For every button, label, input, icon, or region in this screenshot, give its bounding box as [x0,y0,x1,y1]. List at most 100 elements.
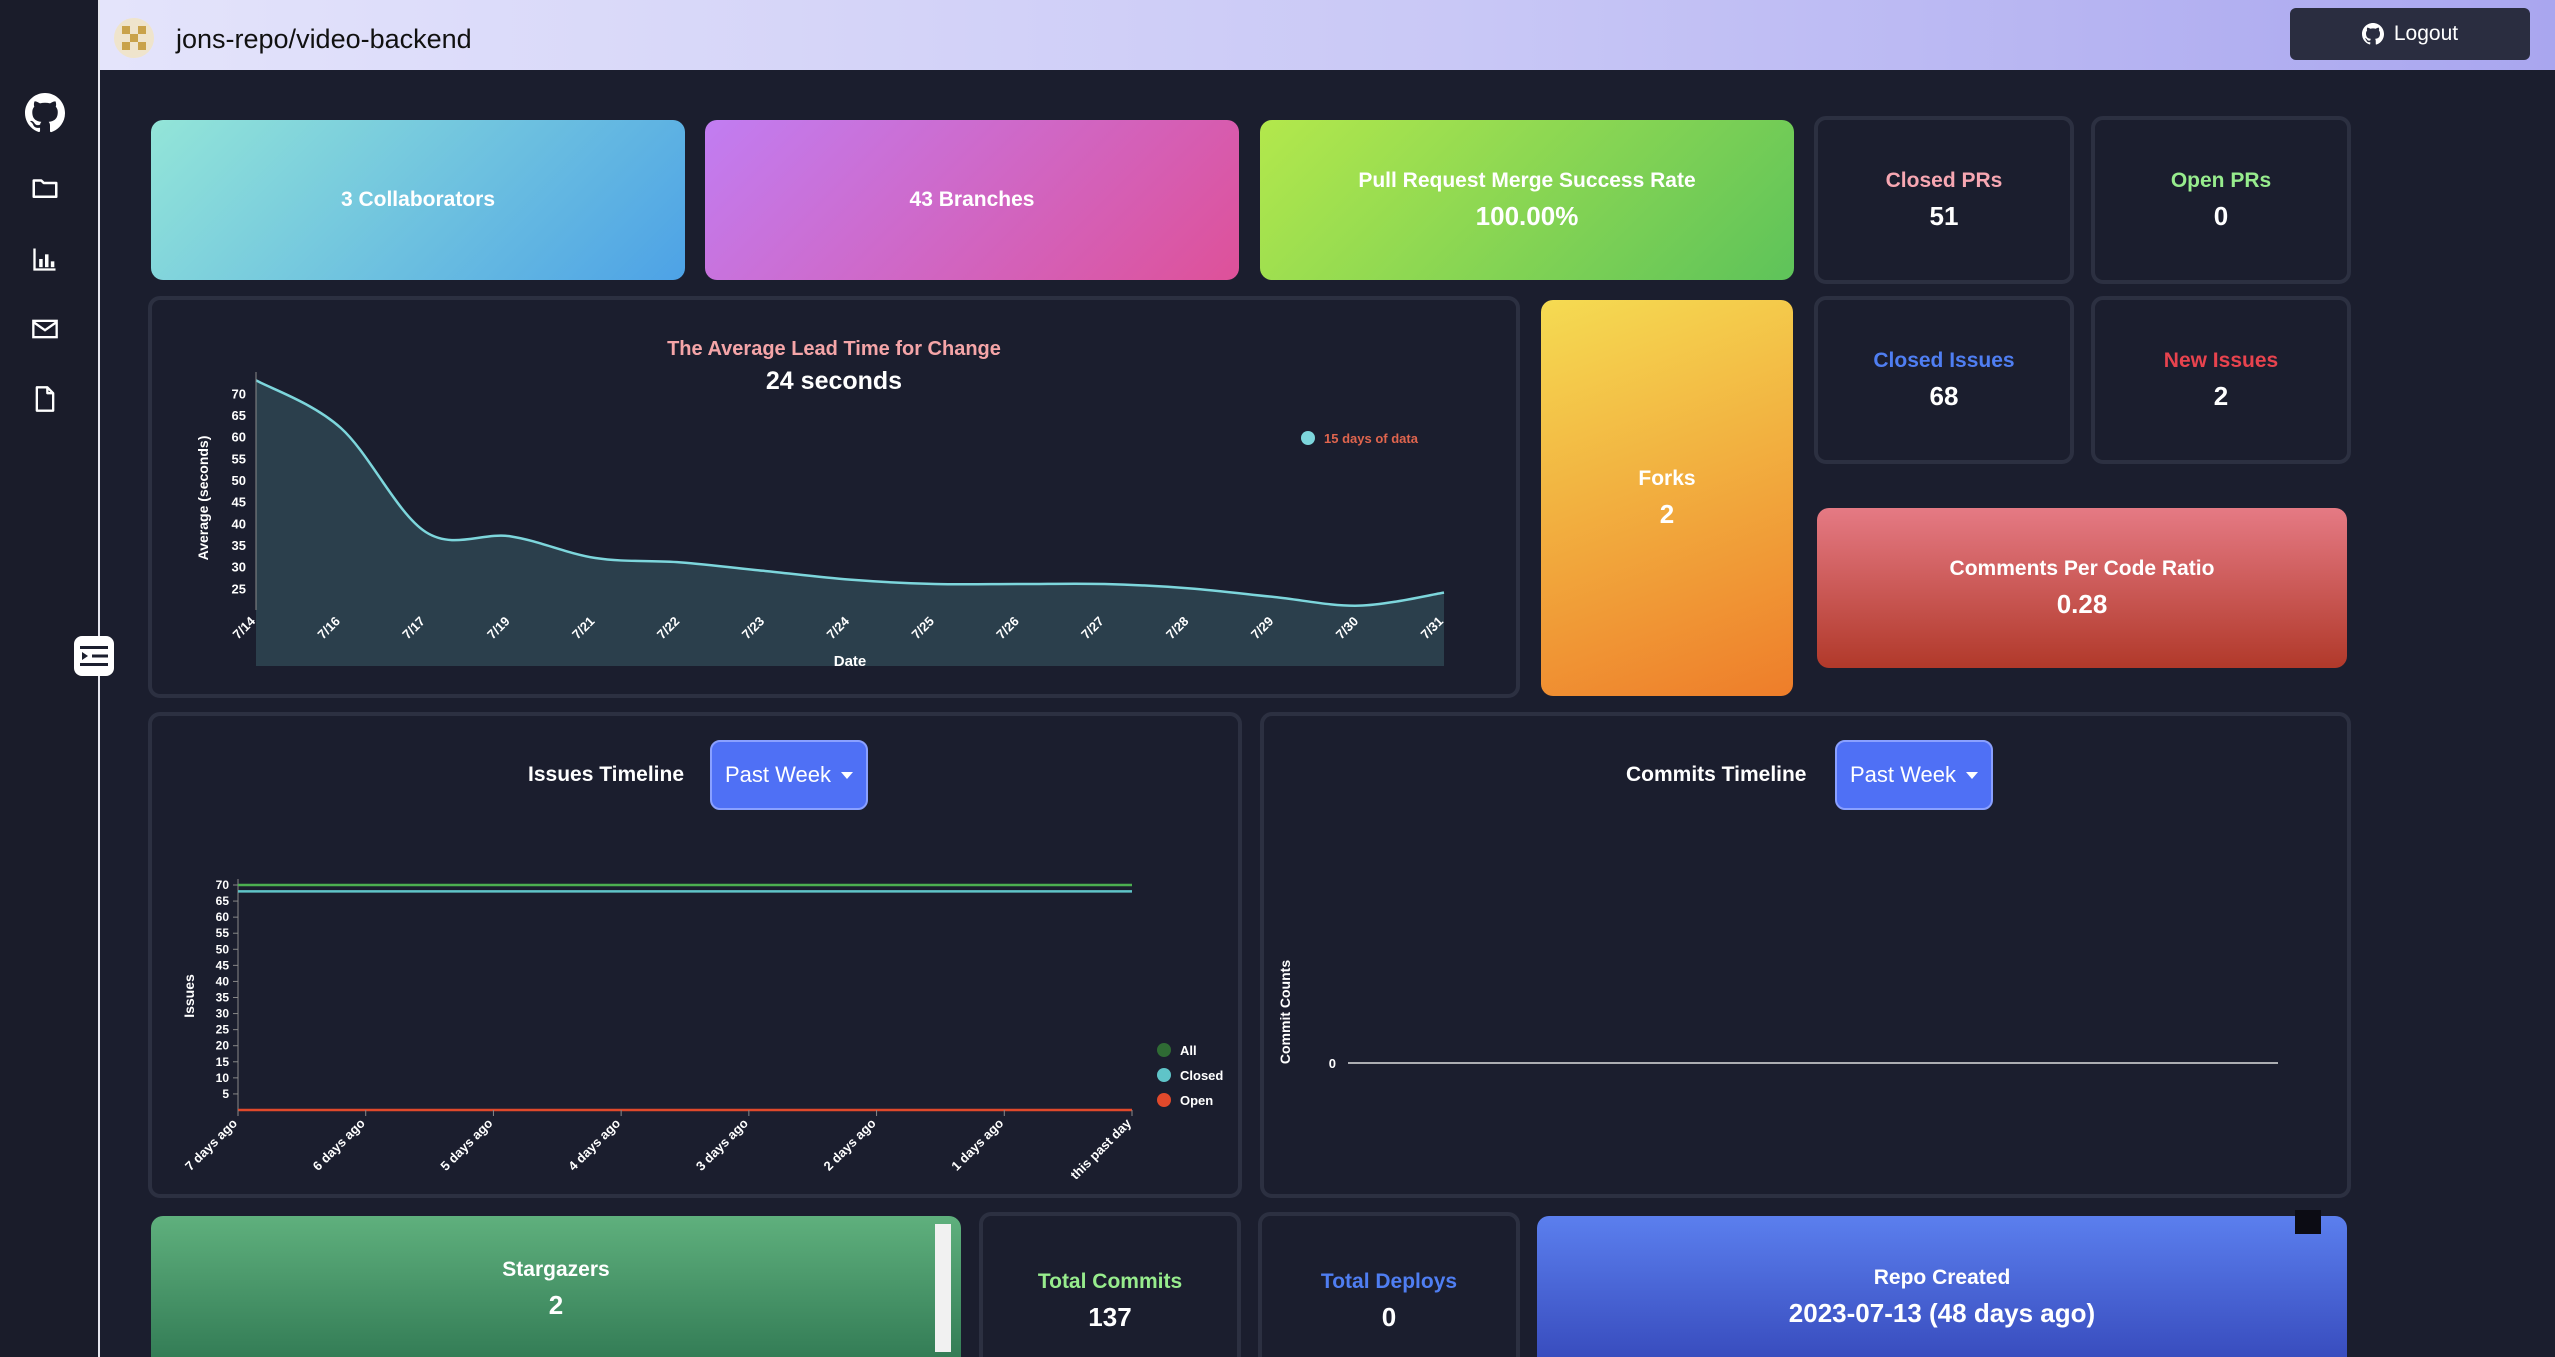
open-prs-card: Open PRs 0 [2091,116,2351,284]
issues-y-tick: 60 [216,910,230,924]
lead-y-tick: 55 [232,451,246,466]
new-issues-value: 2 [2213,380,2229,411]
issues-y-tick: 65 [216,894,230,908]
total-deploys-label: Total Deploys [1320,1270,1458,1293]
lead-y-tick: 40 [232,516,246,531]
total-deploys-value: 0 [1381,1302,1397,1332]
issues-x-tick: 3 days ago [693,1115,751,1173]
repo-name: jons-repo/video-backend [176,24,472,54]
corner-square [2295,1210,2321,1234]
issues-legend-label: Open [1180,1093,1213,1108]
total-commits-label: Total Commits [1037,1270,1183,1293]
lead-x-axis-label: Date [834,653,867,670]
collaborators-label: 3 Collaborators [340,188,496,211]
repo-created-label: Repo Created [1873,1266,2011,1289]
collaborators-card: 3 Collaborators [151,120,685,280]
lead-y-axis-label: Average (seconds) [195,436,211,561]
stargazers-scrollbar-vertical[interactable] [935,1224,951,1352]
open-prs-label: Open PRs [2170,168,2272,192]
issues-x-tick: 6 days ago [310,1115,368,1173]
closed-prs-value: 51 [1929,200,1959,231]
issues-y-tick: 55 [216,926,230,940]
issues-x-tick: 2 days ago [821,1115,879,1173]
commits-y-tick: 0 [1329,1056,1336,1071]
lead-x-tick: 7/14 [230,613,259,642]
lead-y-tick: 35 [232,538,246,553]
top-bar: jons-repo/video-backend Logout [100,0,2555,70]
issues-legend-dot-all [1157,1043,1171,1057]
file-icon[interactable] [24,378,66,420]
issues-legend-label: Closed [1180,1068,1223,1083]
logout-label: Logout [2393,22,2459,45]
forks-card: Forks 2 [1541,300,1793,696]
issues-y-tick: 30 [216,1007,230,1021]
github-icon[interactable] [24,92,66,134]
lead-y-tick: 65 [232,408,246,423]
logout-button[interactable]: Logout [2290,8,2530,60]
lead-y-tick: 30 [232,560,246,575]
issues-y-tick: 45 [216,958,230,972]
issues-x-tick: 5 days ago [437,1115,495,1173]
issues-y-tick: 25 [216,1023,230,1037]
new-issues-card: New Issues 2 [2091,296,2351,464]
forks-label: Forks [1638,466,1696,490]
total-commits-card: Total Commits 137 [979,1212,1241,1357]
issues-y-axis-label: Issues [181,974,197,1018]
merge-rate-value: 100.00% [1475,200,1579,231]
merge-rate-card: Pull Request Merge Success Rate 100.00% [1260,120,1794,280]
sidebar [0,0,100,1357]
mail-icon[interactable] [24,308,66,350]
branches-label: 43 Branches [909,188,1035,211]
lead-y-tick: 45 [232,495,246,510]
issues-x-tick: 4 days ago [565,1115,623,1173]
lead-legend-dot [1301,431,1315,445]
folder-icon[interactable] [24,167,66,209]
commits-timeline-panel: Commits Timeline Past Week 0 Commit Count… [1260,712,2351,1198]
merge-rate-label: Pull Request Merge Success Rate [1358,168,1696,192]
closed-prs-card: Closed PRs 51 [1814,116,2074,284]
lead-y-tick: 50 [232,473,246,488]
lead-y-tick: 70 [232,386,246,401]
repo-created-value: 2023-07-13 (48 days ago) [1788,1298,2096,1328]
repo-avatar [114,18,154,58]
lead-y-tick: 60 [232,430,246,445]
issues-legend-dot-open [1157,1093,1171,1107]
issues-y-tick: 10 [216,1071,230,1085]
lead-y-tick: 25 [232,581,246,596]
comments-ratio-value: 0.28 [2056,588,2108,619]
issues-y-tick: 40 [216,974,230,988]
stargazers-card: Stargazers 2 [151,1216,961,1357]
open-prs-value: 0 [2213,200,2229,231]
repo-created-card: Repo Created 2023-07-13 (48 days ago) [1537,1210,2347,1357]
total-deploys-card: Total Deploys 0 [1258,1212,1520,1357]
bar-chart-icon[interactable] [24,238,66,280]
issues-legend-dot-closed [1157,1068,1171,1082]
issues-timeline-chart: 5 10 15 20 25 30 35 40 45 50 55 60 65 70 7 days ago 6 d… [181,878,1223,1182]
lead-time-panel: The Average Lead Time for Change 24 seco… [148,296,1520,698]
stargazers-value: 2 [548,1290,564,1320]
issues-y-tick: 35 [216,991,230,1005]
issues-x-tick: 7 days ago [182,1115,240,1173]
issues-legend-label: All [1180,1043,1197,1058]
issues-timeline-panel: Issues Timeline Past Week 5 10 15 20 25 30 35 4… [148,712,1242,1198]
closed-prs-label: Closed PRs [1885,168,2003,192]
stargazers-label: Stargazers [502,1258,610,1281]
issues-y-tick: 20 [216,1039,230,1053]
closed-issues-card: Closed Issues 68 [1814,296,2074,464]
comments-ratio-card: Comments Per Code Ratio 0.28 [1817,508,2347,668]
issues-y-tick: 70 [216,878,230,892]
comments-ratio-label: Comments Per Code Ratio [1949,556,2215,580]
issues-x-tick: this past day [1067,1115,1134,1182]
issues-y-tick: 50 [216,942,230,956]
closed-issues-value: 68 [1929,380,1959,411]
issues-x-tick: 1 days ago [948,1115,1006,1173]
forks-value: 2 [1659,498,1675,529]
lead-time-chart: 253035404550556065707/14 7/16 7/17 7/19 7/21… [195,372,1446,670]
issues-y-tick: 15 [216,1055,230,1069]
menu-toggle-icon[interactable] [74,636,114,676]
new-issues-label: New Issues [2163,348,2279,372]
lead-legend-label: 15 days of data [1324,431,1419,446]
commits-y-axis-label: Commit Counts [1277,960,1293,1064]
closed-issues-label: Closed Issues [1873,348,2015,372]
issues-y-tick: 5 [222,1087,229,1101]
